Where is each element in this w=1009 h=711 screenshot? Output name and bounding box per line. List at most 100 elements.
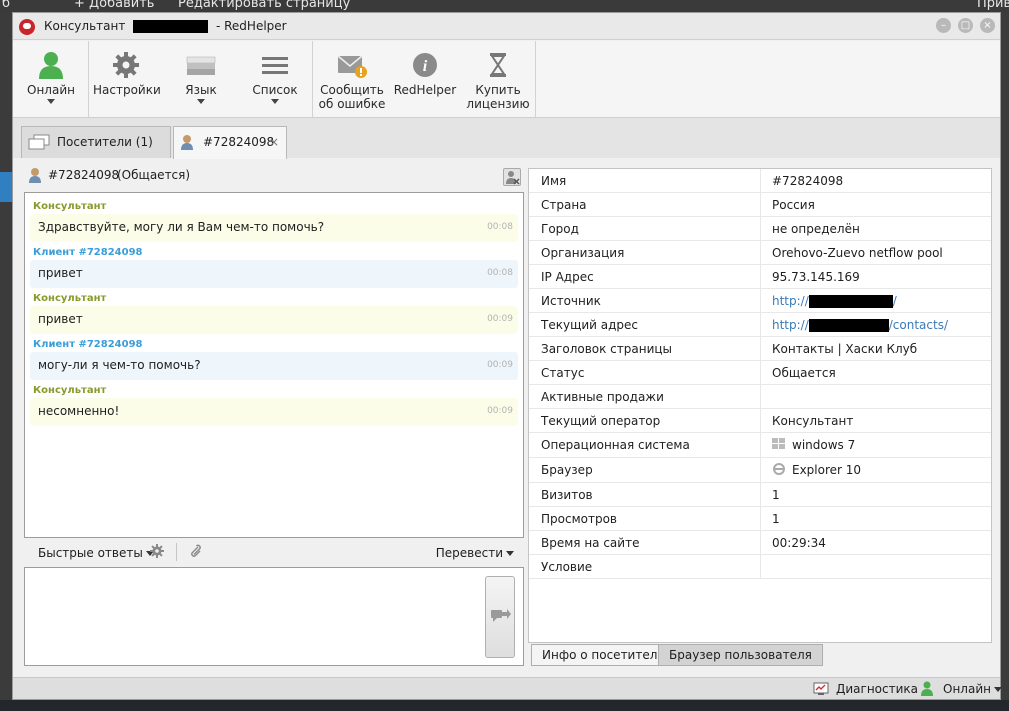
list-button[interactable]: Список <box>245 41 305 117</box>
tab-visitors[interactable]: Посетители (1) <box>21 126 171 158</box>
info-key: Условие <box>541 560 593 574</box>
main-toolbar: Онлайн Настройки Язык Список Сообщить об… <box>13 41 1000 118</box>
background-add-link[interactable]: + Добавить <box>74 0 154 11</box>
report-label: Сообщить об ошибке <box>316 83 388 111</box>
info-key: Операционная система <box>541 438 690 452</box>
list-label: Список <box>252 83 298 97</box>
info-value: 95.73.145.169 <box>772 270 860 284</box>
info-row: Операционная система windows 7 <box>529 433 991 458</box>
tab-chat[interactable]: #72824098 × <box>173 126 287 159</box>
message-bubble: привет 00:09 <box>30 306 518 334</box>
diagnostics-icon <box>813 682 829 695</box>
info-row: Активные продажи <box>529 385 991 409</box>
message-author: Консультант <box>33 201 107 212</box>
title-suffix: - RedHelper <box>215 19 287 33</box>
info-key: Организация <box>541 246 625 260</box>
buy-license-button[interactable]: Купить лицензию <box>465 41 531 117</box>
attach-file-icon[interactable] <box>188 544 202 558</box>
browser-name: Explorer 10 <box>792 463 862 477</box>
visitor-icon <box>29 168 41 183</box>
info-key: Город <box>541 222 579 236</box>
message-text: привет <box>38 266 83 280</box>
redhelper-logo-icon <box>19 19 35 35</box>
info-value: Россия <box>772 198 815 212</box>
background-browser-bar: б + Добавить Редактировать страницу Прив… <box>0 0 1009 12</box>
current-url-link[interactable]: http:// /contacts/ <box>772 318 948 332</box>
info-row: IP Адрес 95.73.145.169 <box>529 265 991 289</box>
message-bubble: привет 00:08 <box>30 260 518 288</box>
info-value: 1 <box>772 512 780 526</box>
message-time: 00:09 <box>487 314 513 324</box>
tab-user-browser[interactable]: Браузер пользователя <box>658 644 823 666</box>
info-key: Источник <box>541 294 601 308</box>
info-value: Orehovo-Zuevo netflow pool <box>772 246 943 260</box>
list-icon <box>262 57 288 74</box>
background-edit-link[interactable]: Редактировать страницу <box>178 0 350 11</box>
redhelper-button[interactable]: i RedHelper <box>393 41 457 117</box>
info-row: Заголовок страницы Контакты | Хаски Клуб <box>529 337 991 361</box>
ban-user-button[interactable] <box>503 168 521 186</box>
minimize-button[interactable]: – <box>936 18 951 33</box>
quick-replies-settings-icon[interactable] <box>150 544 164 558</box>
message-text: могу-ли я чем-то помочь? <box>38 358 201 372</box>
language-button[interactable]: Язык <box>173 41 229 117</box>
info-key: Браузер <box>541 463 593 477</box>
message-bubble: могу-ли я чем-то помочь? 00:09 <box>30 352 518 380</box>
send-icon <box>491 609 511 622</box>
online-label: Онлайн <box>27 83 75 97</box>
report-label-line2: об ошибке <box>318 97 386 111</box>
info-key: IP Адрес <box>541 270 594 284</box>
message-time: 00:08 <box>487 268 513 278</box>
redhelper-label: RedHelper <box>393 83 457 97</box>
message-time: 00:09 <box>487 406 513 416</box>
envelope-warning-icon <box>337 55 367 78</box>
quick-replies-dropdown[interactable]: Быстрые ответы <box>38 546 154 560</box>
info-row: Имя #72824098 <box>529 169 991 193</box>
info-row: Время на сайте 00:29:34 <box>529 531 991 555</box>
translate-label: Перевести <box>435 546 503 560</box>
message-history[interactable]: Консультант Здравствуйте, могу ли я Вам … <box>24 192 524 538</box>
settings-button[interactable]: Настройки <box>93 41 161 117</box>
info-value: 00:29:34 <box>772 536 826 550</box>
info-value: Контакты | Хаски Клуб <box>772 342 918 356</box>
info-key: Страна <box>541 198 587 212</box>
info-row: Браузер Explorer 10 <box>529 458 991 483</box>
message-input[interactable] <box>24 567 524 666</box>
report-label-line1: Сообщить <box>320 83 384 97</box>
message-author: Клиент #72824098 <box>33 247 143 258</box>
background-bottom-edge <box>0 700 1009 711</box>
send-button[interactable] <box>485 576 515 658</box>
online-status-dropdown[interactable]: Онлайн <box>943 682 1002 696</box>
info-value: 1 <box>772 488 780 502</box>
settings-label: Настройки <box>93 83 161 97</box>
maximize-button[interactable]: □ <box>958 18 973 33</box>
close-tab-button[interactable]: × <box>269 135 279 149</box>
diagnostics-link[interactable]: Диагностика <box>836 682 918 696</box>
info-value: Общается <box>772 366 836 380</box>
info-row: Текущий адрес http:// /contacts/ <box>529 313 991 337</box>
info-key: Статус <box>541 366 585 380</box>
info-key: Просмотров <box>541 512 617 526</box>
close-window-button[interactable]: × <box>980 18 995 33</box>
info-key: Активные продажи <box>541 390 664 404</box>
online-status-label: Онлайн <box>943 682 991 696</box>
online-status-button[interactable]: Онлайн <box>19 41 83 117</box>
language-label: Язык <box>185 83 217 97</box>
report-error-button[interactable]: Сообщить об ошибке <box>316 41 388 117</box>
chevron-down-icon <box>47 99 55 104</box>
info-key: Текущий адрес <box>541 318 639 332</box>
background-text-left: б <box>2 0 11 11</box>
redhelper-window: Консультант - RedHelper – □ × Онлайн Нас… <box>12 12 1002 700</box>
hourglass-icon <box>490 53 506 77</box>
browser-value: Explorer 10 <box>772 463 861 477</box>
source-link-suffix: / <box>892 294 897 308</box>
redacted-domain <box>808 319 889 332</box>
tab-visitors-label: Посетители (1) <box>57 135 153 149</box>
message-author: Консультант <box>33 293 107 304</box>
translate-dropdown[interactable]: Перевести <box>436 546 514 560</box>
windows-logo-icon <box>772 438 785 449</box>
source-link[interactable]: http:// / <box>772 294 897 308</box>
tab-visitor-info[interactable]: Инфо о посетителе <box>531 644 676 666</box>
svg-text:i: i <box>423 58 428 75</box>
info-key: Визитов <box>541 488 593 502</box>
